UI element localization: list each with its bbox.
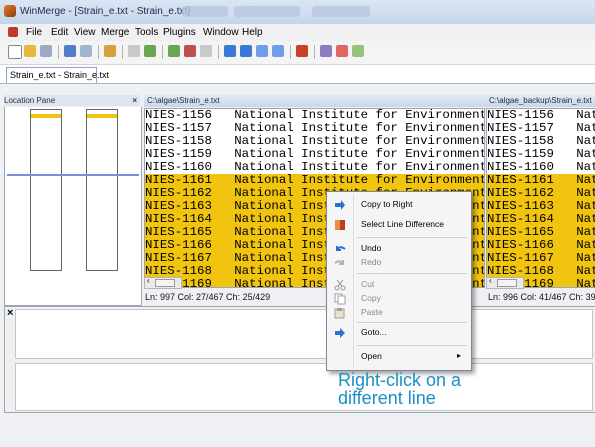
right-horizontal-scrollbar[interactable]: ‹	[486, 276, 524, 289]
menu-item-redo[interactable]: Redo	[329, 253, 469, 273]
menu-separator	[357, 273, 467, 274]
copy-right-advance-icon[interactable]	[256, 45, 268, 57]
close-icon[interactable]: ×	[132, 95, 137, 106]
toolbar-separator	[218, 45, 219, 59]
copy-right-icon[interactable]	[224, 45, 236, 57]
toolbar-separator	[58, 45, 59, 59]
menu-item-open[interactable]: Open ▸	[329, 347, 469, 367]
location-pane-header: Location Pane ×	[4, 95, 140, 106]
submenu-arrow-icon: ▸	[456, 351, 461, 360]
first-diff-icon[interactable]	[168, 45, 180, 57]
menu-separator	[357, 237, 467, 238]
menu-item-select-line-difference[interactable]: Select Line Difference	[329, 215, 469, 235]
right-file-pane[interactable]: NIES-1156 Nat NIES-1157 Nat NIES-1158 Nat N…	[486, 108, 595, 288]
goto-arrow-icon	[334, 327, 346, 339]
tutorial-caption: Right-click on a different line	[338, 370, 462, 408]
last-diff-icon[interactable]	[184, 45, 196, 57]
menu-file[interactable]: File	[26, 27, 42, 38]
toolbar-separator	[122, 45, 123, 59]
undo-icon[interactable]	[64, 45, 76, 57]
menu-item-copy-to-right[interactable]: Copy to Right	[329, 195, 469, 215]
blurred-title-segment	[182, 6, 228, 17]
toolbar-separator	[162, 45, 163, 59]
select-diff-icon[interactable]	[104, 45, 116, 57]
left-status: Ln: 997 Col: 27/467 Ch: 25/429	[145, 292, 271, 302]
document-icon	[8, 27, 18, 37]
left-pane-path: C:\algae\Strain_e.txt	[144, 95, 486, 107]
menu-window[interactable]: Window	[203, 27, 239, 38]
options-icon[interactable]	[320, 45, 332, 57]
left-horizontal-scrollbar[interactable]: ‹	[144, 276, 182, 289]
toolbar-separator	[314, 45, 315, 59]
plugin-icon[interactable]	[352, 45, 364, 57]
location-bar-left[interactable]	[30, 109, 62, 271]
menu-edit[interactable]: Edit	[51, 27, 68, 38]
prev-diff-icon[interactable]	[144, 45, 156, 57]
select-difference-icon	[334, 219, 346, 231]
paste-icon	[334, 307, 346, 319]
menu-merge[interactable]: Merge	[101, 27, 129, 38]
toolbar	[0, 41, 595, 65]
diff-pane-top[interactable]	[15, 309, 593, 359]
menu-bar: File Edit View Merge Tools Plugins Windo…	[0, 24, 595, 41]
winmerge-app-icon	[4, 5, 16, 17]
save-icon[interactable]	[40, 45, 52, 57]
right-status: Ln: 996 Col: 41/467 Ch: 39/43	[488, 292, 595, 302]
right-pane-path: C:\algae_backup\Strain_e.txt	[486, 95, 595, 107]
open-folder-icon[interactable]	[24, 45, 36, 57]
redo-icon	[334, 257, 346, 269]
blurred-title-segment	[234, 6, 300, 17]
location-pane-label: Location Pane	[4, 96, 56, 105]
menu-help[interactable]: Help	[242, 27, 263, 38]
menu-tools[interactable]: Tools	[135, 27, 158, 38]
close-icon[interactable]: ×	[7, 307, 13, 319]
copy-all-icon[interactable]	[128, 45, 140, 57]
document-tab[interactable]: Strain_e.txt - Strain_e.txt	[6, 67, 109, 83]
menu-view[interactable]: View	[74, 27, 96, 38]
copy-left-advance-icon[interactable]	[272, 45, 284, 57]
new-file-icon[interactable]	[8, 45, 22, 59]
current-diff-icon[interactable]	[200, 45, 212, 57]
redo-icon[interactable]	[80, 45, 92, 57]
toolbar-separator	[290, 45, 291, 59]
copy-right-arrow-icon	[334, 199, 346, 211]
title-bar: WinMerge - [Strain_e.txt - Strain_e.txt]	[0, 0, 595, 25]
location-bar-right[interactable]	[86, 109, 118, 271]
blurred-title-segment	[312, 6, 370, 17]
location-viewport-indicator[interactable]	[7, 174, 139, 176]
compare-icon[interactable]	[336, 45, 348, 57]
copy-left-icon[interactable]	[240, 45, 252, 57]
toolbar-separator	[98, 45, 99, 59]
menu-item-goto[interactable]: Goto...	[329, 323, 469, 343]
menu-item-paste[interactable]: Paste	[329, 303, 469, 323]
menu-separator	[357, 345, 467, 346]
menu-plugins[interactable]: Plugins	[163, 27, 196, 38]
context-menu: Copy to Right Select Line Difference Und…	[326, 191, 472, 371]
window-title: WinMerge - [Strain_e.txt - Strain_e.txt]	[20, 6, 191, 17]
refresh-icon[interactable]	[296, 45, 308, 57]
location-pane[interactable]	[4, 107, 142, 306]
